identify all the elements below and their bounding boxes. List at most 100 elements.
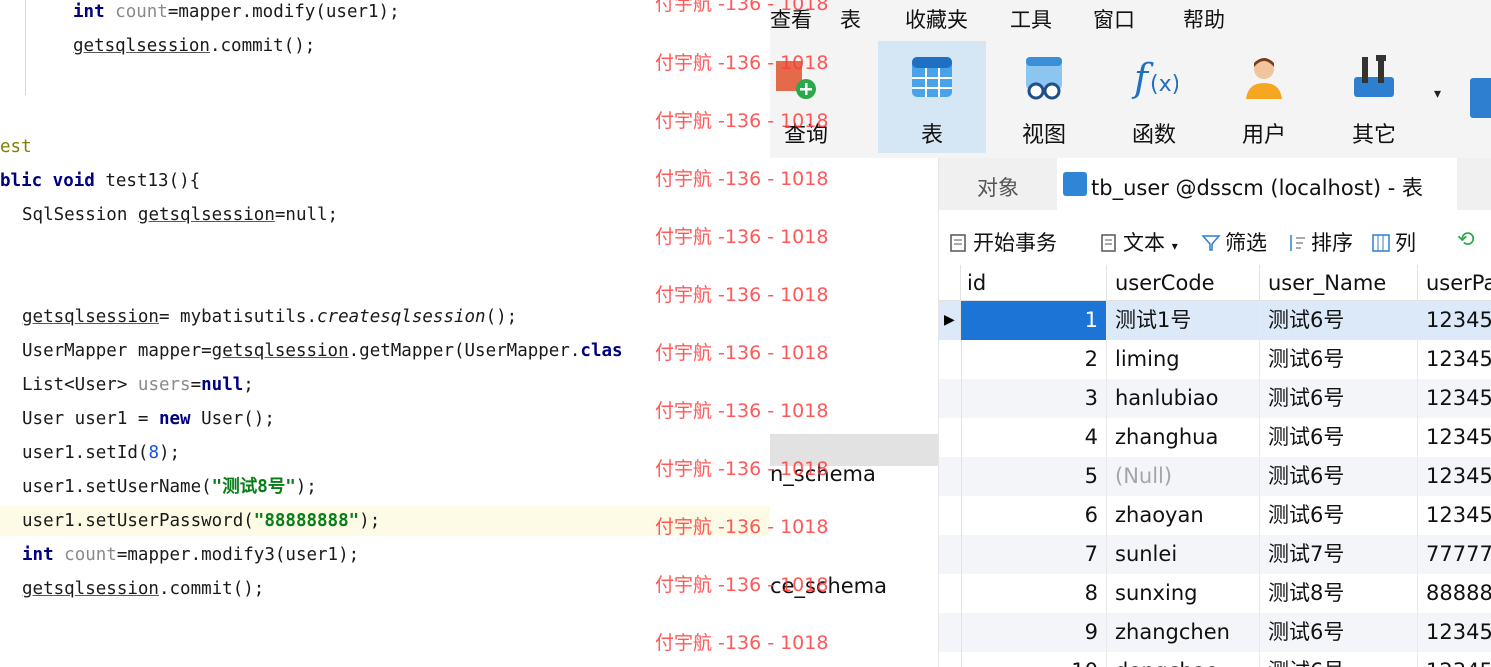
text-dropdown-arrow-icon[interactable]: ▾: [1172, 239, 1178, 253]
menu-favorites[interactable]: 收藏夹: [905, 4, 968, 34]
toolbar-other-button[interactable]: 其它: [1320, 41, 1428, 153]
menu-bar: 查看 表 收藏夹 工具 窗口 帮助: [770, 0, 1491, 38]
table-row[interactable]: 2liming测试6号123456: [939, 340, 1491, 379]
sort-button[interactable]: 排序: [1287, 227, 1353, 257]
cell-usercode[interactable]: liming: [1107, 340, 1260, 379]
refresh-icon[interactable]: ⟲: [1457, 227, 1475, 251]
menu-window[interactable]: 窗口: [1093, 4, 1135, 34]
cell-userpassword[interactable]: 777777: [1418, 535, 1491, 574]
menu-help[interactable]: 帮助: [1183, 4, 1225, 34]
table-row[interactable]: 3hanlubiao测试6号123456: [939, 379, 1491, 418]
cell-usercode[interactable]: sunlei: [1107, 535, 1260, 574]
row-header[interactable]: ▶: [939, 301, 961, 340]
navigator-item-schema-1[interactable]: n_schema: [770, 462, 876, 486]
cell-userpassword[interactable]: 123456: [1418, 418, 1491, 457]
cell-user-name[interactable]: 测试7号: [1260, 535, 1418, 574]
row-header[interactable]: [939, 652, 962, 667]
cell-id[interactable]: 6: [961, 496, 1107, 535]
column-header-id[interactable]: id: [961, 265, 1107, 301]
cell-user-name[interactable]: 测试8号: [1260, 574, 1418, 613]
toolbar-user-button[interactable]: 用户: [1210, 41, 1318, 153]
toolbar-function-button[interactable]: f (x) 函数: [1100, 41, 1208, 153]
cell-usercode[interactable]: sunxing: [1107, 574, 1260, 613]
navigator-item-schema-2[interactable]: ce_schema: [770, 574, 887, 598]
cell-usercode[interactable]: zhangchen: [1107, 613, 1260, 652]
cell-usercode[interactable]: 测试1号: [1107, 301, 1260, 340]
cell-userpassword[interactable]: 123456: [1418, 652, 1491, 667]
cell-id[interactable]: 4: [961, 418, 1107, 457]
code-line-7: UserMapper mapper=getsqlsession.getMappe…: [22, 341, 623, 361]
cell-user-name[interactable]: 测试6号: [1260, 496, 1418, 535]
cell-userpassword[interactable]: 123456: [1418, 301, 1491, 340]
column-header-userpassword[interactable]: userPassw: [1418, 265, 1491, 301]
cell-user-name[interactable]: 测试6号: [1260, 418, 1418, 457]
tab-objects[interactable]: 对象: [977, 172, 1019, 202]
tab-tb-user[interactable]: tb_user @dsscm (localhost) - 表: [1057, 158, 1457, 210]
text-view-button[interactable]: 文本 ▾: [1099, 227, 1178, 257]
cell-id[interactable]: 1: [961, 301, 1107, 340]
row-header[interactable]: [939, 535, 962, 574]
toolbar-next-icon[interactable]: [1470, 78, 1491, 118]
table-row[interactable]: 10dengchao测试6号123456: [939, 652, 1491, 667]
column-header-usercode[interactable]: userCode: [1107, 265, 1260, 301]
connection-navigator: n_schema ce_schema: [770, 158, 939, 667]
cell-id[interactable]: 8: [961, 574, 1107, 613]
row-header[interactable]: [939, 496, 962, 535]
cell-userpassword[interactable]: 123456: [1418, 340, 1491, 379]
table-row[interactable]: 7sunlei测试7号777777: [939, 535, 1491, 574]
row-header[interactable]: [939, 613, 962, 652]
filter-icon: [1201, 235, 1221, 251]
table-row[interactable]: 5(Null)测试6号123456: [939, 457, 1491, 496]
menu-table[interactable]: 表: [840, 4, 861, 34]
cell-userpassword[interactable]: 123456: [1418, 457, 1491, 496]
table-row[interactable]: ▶1测试1号测试6号123456: [939, 301, 1491, 340]
cell-userpassword[interactable]: 123456: [1418, 379, 1491, 418]
filter-button[interactable]: 筛选: [1201, 227, 1267, 257]
code-line-2: getsqlsession.commit();: [73, 36, 316, 56]
row-header[interactable]: [939, 340, 962, 379]
toolbar-query-button[interactable]: 查询: [770, 41, 828, 153]
table-row[interactable]: 9zhangchen测试6号123456: [939, 613, 1491, 652]
toolbar-table-button[interactable]: 表: [878, 41, 986, 153]
row-header[interactable]: [939, 574, 962, 613]
cell-user-name[interactable]: 测试6号: [1260, 340, 1418, 379]
cell-usercode[interactable]: dengchao: [1107, 652, 1260, 667]
cell-id[interactable]: 7: [961, 535, 1107, 574]
cell-user-name[interactable]: 测试6号: [1260, 613, 1418, 652]
code-line-12-current: user1.setUserPassword("88888888");: [0, 506, 770, 536]
cell-usercode[interactable]: hanlubiao: [1107, 379, 1260, 418]
row-header[interactable]: [939, 457, 962, 496]
toolbar-view-button[interactable]: 视图: [990, 41, 1098, 153]
cell-user-name[interactable]: 测试6号: [1260, 301, 1418, 340]
cell-userpassword[interactable]: 8888888: [1418, 574, 1491, 613]
cell-usercode[interactable]: zhanghua: [1107, 418, 1260, 457]
begin-transaction-button[interactable]: 开始事务: [949, 227, 1057, 257]
cell-id[interactable]: 3: [961, 379, 1107, 418]
column-header-user-name[interactable]: user_Name: [1260, 265, 1418, 301]
code-line-11: user1.setUserName("测试8号");: [22, 477, 317, 497]
cell-usercode[interactable]: (Null): [1107, 457, 1260, 496]
data-grid[interactable]: id userCode user_Name userPassw ▶1测试1号测试…: [939, 265, 1491, 667]
table-row[interactable]: 4zhanghua测试6号123456: [939, 418, 1491, 457]
row-header[interactable]: [939, 418, 962, 457]
code-editor[interactable]: int count=mapper.modify(user1); getsqlse…: [0, 0, 770, 667]
menu-tools[interactable]: 工具: [1010, 4, 1052, 34]
row-header[interactable]: [939, 379, 962, 418]
columns-label: 列: [1395, 231, 1416, 255]
code-line-9: User user1 = new User();: [22, 409, 275, 429]
cell-id[interactable]: 9: [961, 613, 1107, 652]
cell-id[interactable]: 5: [961, 457, 1107, 496]
table-row[interactable]: 6zhaoyan测试6号123456: [939, 496, 1491, 535]
cell-usercode[interactable]: zhaoyan: [1107, 496, 1260, 535]
menu-view[interactable]: 查看: [770, 4, 812, 34]
columns-button[interactable]: 列: [1371, 227, 1416, 257]
cell-id[interactable]: 10: [961, 652, 1107, 667]
cell-user-name[interactable]: 测试6号: [1260, 457, 1418, 496]
table-row[interactable]: 8sunxing测试8号8888888: [939, 574, 1491, 613]
other-dropdown-arrow-icon[interactable]: ▾: [1434, 86, 1441, 102]
cell-userpassword[interactable]: 123456: [1418, 613, 1491, 652]
cell-user-name[interactable]: 测试6号: [1260, 652, 1418, 667]
cell-userpassword[interactable]: 123456: [1418, 496, 1491, 535]
cell-user-name[interactable]: 测试6号: [1260, 379, 1418, 418]
cell-id[interactable]: 2: [961, 340, 1107, 379]
